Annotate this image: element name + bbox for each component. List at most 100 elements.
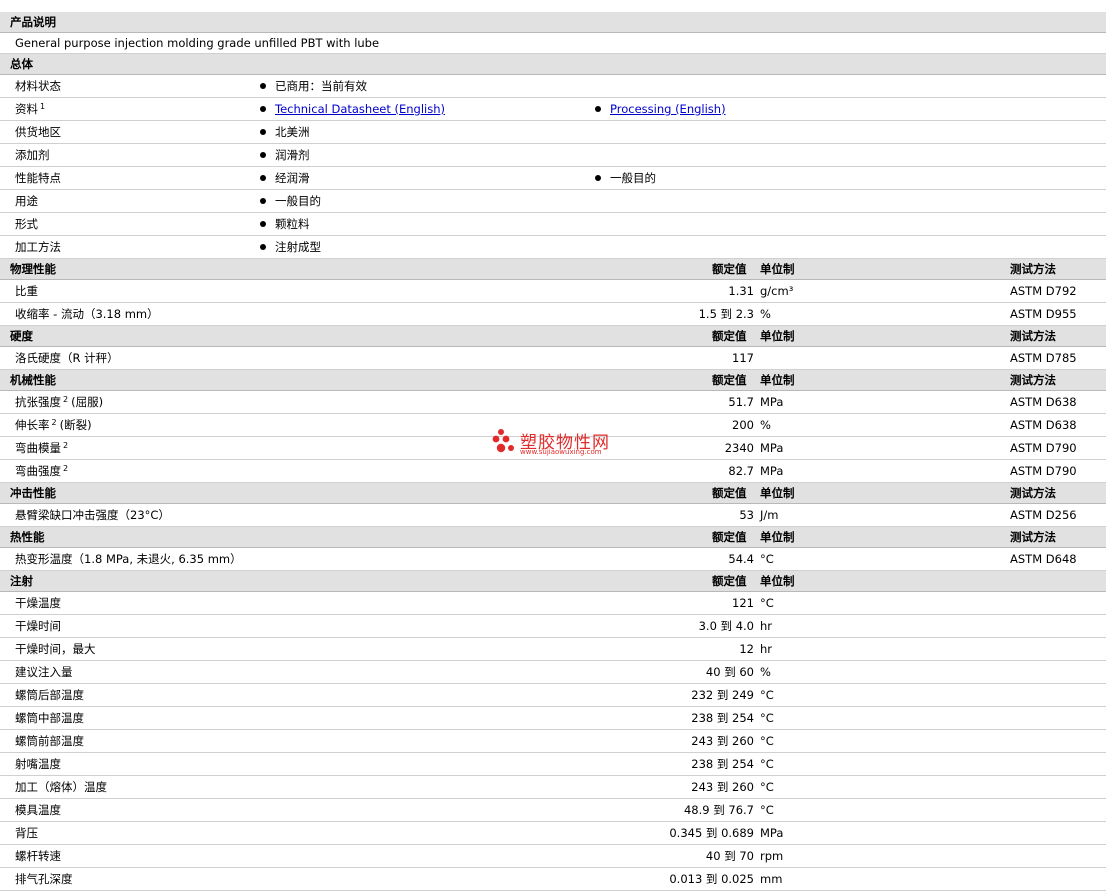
column-header-unit: 单位制	[760, 329, 795, 343]
general-item: 注射成型	[260, 236, 321, 259]
property-label: 弯曲模量 2	[15, 437, 68, 460]
property-method: ASTM D648	[1010, 552, 1077, 566]
section-header: 注射 额定值 单位制	[0, 571, 1106, 592]
general-label: 添加剂	[15, 144, 50, 167]
bullet-icon	[260, 128, 266, 135]
general-item-text: 润滑剂	[275, 148, 310, 162]
description-text: General purpose injection molding grade …	[15, 36, 380, 50]
property-label: 模具温度	[15, 799, 61, 822]
general-item: Processing (English)	[595, 98, 726, 121]
section-header: 热性能 额定值 单位制 测试方法	[0, 527, 1106, 548]
property-method: ASTM D638	[1010, 395, 1077, 409]
bullet-icon	[260, 82, 266, 89]
property-unit: MPa	[760, 441, 784, 455]
property-method: ASTM D792	[1010, 284, 1077, 298]
property-name: 射嘴温度	[15, 757, 61, 771]
property-unit: °C	[760, 552, 774, 566]
property-label: 干燥时间，最大	[15, 638, 96, 661]
property-name: 螺筒前部温度	[15, 734, 84, 748]
column-header-nominal: 额定值	[712, 530, 747, 544]
general-row: 材料状态 已商用：当前有效	[0, 75, 1106, 98]
bullet-icon	[260, 151, 266, 158]
property-unit: %	[760, 418, 771, 432]
property-name: 悬臂梁缺口冲击强度（23°C）	[15, 508, 170, 522]
property-unit: J/m	[760, 508, 779, 522]
property-unit: %	[760, 665, 771, 679]
property-row: 干燥温度 121 °C	[0, 592, 1106, 615]
watermark-url: www.sujiaowuxing.com	[520, 448, 602, 456]
property-row: 干燥时间 3.0 到 4.0 hr	[0, 615, 1106, 638]
property-value: 40 到 60	[705, 665, 754, 679]
property-name: 干燥温度	[15, 596, 61, 610]
property-name: 弯曲强度	[15, 464, 61, 478]
property-name: 建议注入量	[15, 665, 73, 679]
property-row: 射嘴温度 238 到 254 °C	[0, 753, 1106, 776]
property-name: 模具温度	[15, 803, 61, 817]
datasheet-link[interactable]: Technical Datasheet (English)	[275, 102, 445, 116]
property-row: 螺杆转速 40 到 70 rpm	[0, 845, 1106, 868]
bullet-icon	[260, 105, 266, 112]
property-unit: °C	[760, 757, 774, 771]
property-method: ASTM D790	[1010, 441, 1077, 455]
property-label: 洛氏硬度（R 计秤）	[15, 347, 119, 370]
property-method: ASTM D256	[1010, 508, 1077, 522]
property-row: 干燥时间，最大 12 hr	[0, 638, 1106, 661]
general-item-text: 一般目的	[275, 194, 321, 208]
property-value: 12	[739, 642, 754, 656]
property-label: 螺筒中部温度	[15, 707, 84, 730]
property-value: 238 到 254	[691, 757, 754, 771]
section-title: 物理性能	[10, 262, 56, 276]
section-title: 机械性能	[10, 373, 56, 387]
datasheet-link[interactable]: Processing (English)	[610, 102, 726, 116]
property-unit: g/cm³	[760, 284, 794, 298]
property-label: 背压	[15, 822, 38, 845]
general-label-text: 材料状态	[15, 79, 61, 93]
property-row: 螺筒后部温度 232 到 249 °C	[0, 684, 1106, 707]
general-label: 供货地区	[15, 121, 61, 144]
property-method: ASTM D785	[1010, 351, 1077, 365]
general-row: 加工方法 注射成型	[0, 236, 1106, 259]
property-name: 抗张强度	[15, 395, 61, 409]
column-header-nominal: 额定值	[712, 486, 747, 500]
property-row: 加工（熔体）温度 243 到 260 °C	[0, 776, 1106, 799]
general-row: 性能特点 经润滑 一般目的	[0, 167, 1106, 190]
general-label-text: 用途	[15, 194, 38, 208]
property-row: 收缩率 - 流动（3.18 mm） 1.5 到 2.3% ASTM D955	[0, 303, 1106, 326]
section-title: 产品说明	[10, 15, 56, 29]
general-item: 一般目的	[260, 190, 321, 213]
property-label: 伸长率 2 (断裂)	[15, 414, 92, 437]
section-header: 冲击性能 额定值 单位制 测试方法	[0, 483, 1106, 504]
property-unit: °C	[760, 688, 774, 702]
general-item-text: 一般目的	[610, 171, 656, 185]
general-label: 资料 1	[15, 98, 45, 121]
general-label-text: 供货地区	[15, 125, 61, 139]
property-row: 背压 0.345 到 0.689 MPa	[0, 822, 1106, 845]
general-row: 供货地区 北美洲	[0, 121, 1106, 144]
property-unit: rpm	[760, 849, 784, 863]
footnote-marker: 2	[51, 418, 57, 427]
property-sections: 物理性能 额定值 单位制 测试方法 比重 1.31 g/cm³ ASTM D792 收缩率 - …	[0, 259, 1106, 891]
property-value: 2340	[724, 441, 754, 455]
property-name: 螺筒中部温度	[15, 711, 84, 725]
column-header-nominal: 额定值	[712, 373, 747, 387]
general-label-text: 加工方法	[15, 240, 61, 254]
column-header-unit: 单位制	[760, 373, 795, 387]
property-name: 洛氏硬度（R 计秤）	[15, 351, 119, 365]
column-header-nominal: 额定值	[712, 262, 747, 276]
footnote-marker: 1	[40, 102, 46, 111]
property-unit: MPa	[760, 395, 784, 409]
property-name: 收缩率 - 流动（3.18 mm）	[15, 307, 159, 321]
general-label: 用途	[15, 190, 38, 213]
column-header-method: 测试方法	[1010, 262, 1056, 276]
general-label-text: 添加剂	[15, 148, 50, 162]
logo-dots-icon	[492, 429, 514, 453]
general-row: 添加剂 润滑剂	[0, 144, 1106, 167]
property-name: 背压	[15, 826, 38, 840]
general-item: 润滑剂	[260, 144, 310, 167]
property-unit: °C	[760, 596, 774, 610]
general-label-text: 形式	[15, 217, 38, 231]
property-value: 40 到 70	[705, 849, 754, 863]
property-row: 比重 1.31 g/cm³ ASTM D792	[0, 280, 1106, 303]
general-row: 形式 颗粒料	[0, 213, 1106, 236]
general-label-text: 性能特点	[15, 171, 61, 185]
